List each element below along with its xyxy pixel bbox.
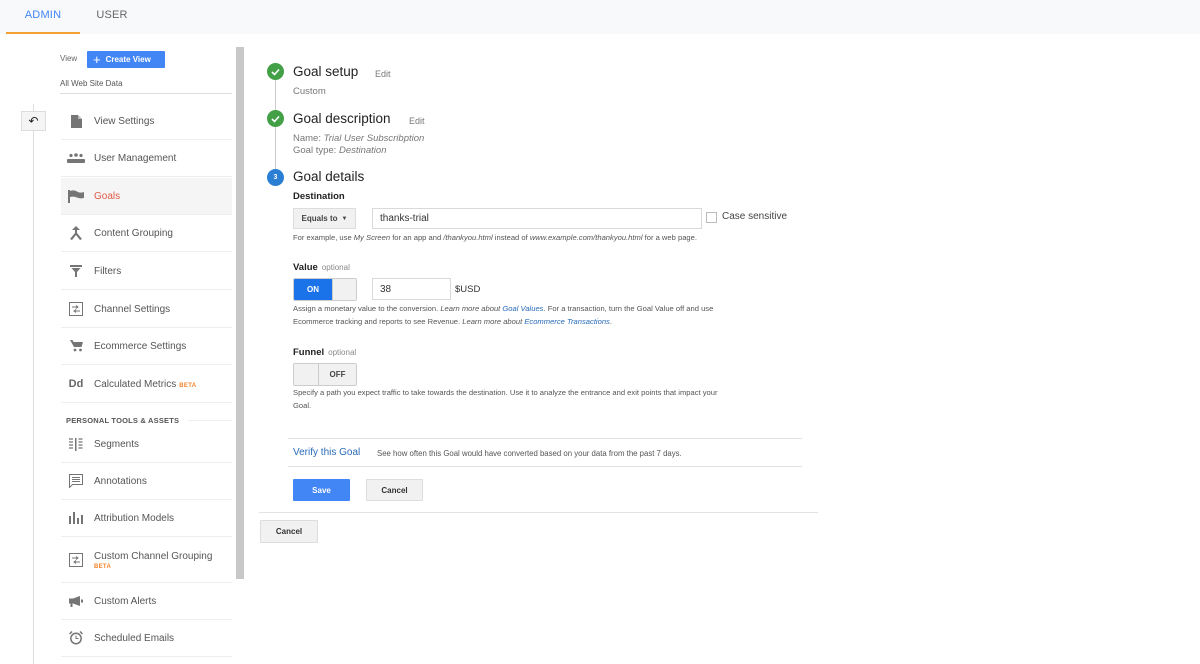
tab-user[interactable]: USER	[80, 0, 144, 34]
alarm-clock-icon	[61, 631, 91, 645]
beta-badge: BETA	[179, 382, 197, 389]
filter-icon	[61, 265, 91, 277]
content-grouping-icon	[61, 226, 91, 240]
users-icon	[61, 153, 91, 163]
divider	[288, 438, 802, 439]
channel-grouping-icon	[61, 553, 91, 567]
sidebar-item-channel-settings[interactable]: Channel Settings	[61, 291, 232, 328]
match-type-dropdown[interactable]: Equals to ▼	[293, 208, 356, 229]
cart-icon	[61, 340, 91, 352]
check-circle-icon	[267, 110, 284, 127]
value-label: Value optional	[293, 262, 350, 273]
goal-description-title: Goal description	[293, 111, 391, 126]
dropdown-arrow-icon: ▼	[341, 215, 348, 222]
navigation-guide-line	[33, 104, 34, 664]
back-arrow-icon: ↶	[28, 114, 39, 128]
flag-icon	[61, 189, 91, 203]
view-label: View	[60, 54, 78, 63]
optional-hint: optional	[328, 348, 357, 357]
plus-icon: +	[93, 52, 101, 67]
annotation-icon	[61, 474, 91, 488]
value-amount-input[interactable]	[372, 278, 451, 300]
sidebar-item-calculated-metrics[interactable]: Dd Calculated Metrics BETA	[61, 366, 232, 403]
optional-hint: optional	[321, 263, 350, 272]
funnel-label: Funnel optional	[293, 347, 357, 358]
sidebar-item-attribution-models[interactable]: Attribution Models	[61, 500, 232, 537]
goal-setup-summary: Custom	[293, 86, 326, 97]
section-title: PERSONAL TOOLS & ASSETS	[66, 416, 232, 425]
cancel-button[interactable]: Cancel	[366, 479, 423, 501]
goal-setup-edit-link[interactable]: Edit	[375, 69, 391, 79]
sidebar-item-ecommerce-settings[interactable]: Ecommerce Settings	[61, 328, 232, 365]
verify-goal-link[interactable]: Verify this Goal	[293, 447, 360, 458]
toggle-knob	[294, 364, 319, 385]
outer-cancel-button[interactable]: Cancel	[260, 520, 318, 543]
channel-settings-icon	[61, 302, 91, 316]
step-number-badge: 3	[267, 169, 284, 186]
sidebar-item-scheduled-emails[interactable]: Scheduled Emails	[61, 620, 232, 657]
toggle-on-state: ON	[294, 279, 332, 300]
segments-icon	[61, 437, 91, 451]
top-tab-bar: ADMIN USER	[0, 0, 1200, 34]
beta-badge: BETA	[94, 563, 112, 570]
back-button[interactable]: ↶	[21, 111, 46, 131]
divider	[259, 512, 818, 513]
case-sensitive-checkbox[interactable]	[706, 212, 717, 223]
document-icon	[61, 114, 91, 128]
divider	[60, 93, 232, 94]
sidebar-item-view-settings[interactable]: View Settings	[61, 103, 232, 140]
create-view-button[interactable]: + Create View	[87, 51, 165, 68]
destination-label: Destination	[293, 191, 345, 202]
step-connector-line	[275, 80, 276, 176]
goal-setup-title: Goal setup	[293, 64, 359, 79]
destination-help-text: For example, use My Screen for an app an…	[293, 233, 697, 242]
divider	[288, 466, 802, 467]
create-view-label: Create View	[105, 55, 151, 64]
sidebar-item-custom-alerts[interactable]: Custom Alerts	[61, 583, 232, 620]
sidebar-item-custom-channel-grouping[interactable]: Custom Channel Grouping BETA	[61, 538, 232, 583]
goal-description-summary: Name: Trial User Subscribption Goal type…	[293, 133, 425, 156]
save-button[interactable]: Save	[293, 479, 350, 501]
bar-chart-icon	[61, 512, 91, 524]
funnel-toggle[interactable]: OFF	[293, 363, 357, 386]
funnel-help-text: Specify a path you expect traffic to tak…	[293, 388, 718, 410]
goal-type-value: Destination	[338, 144, 387, 156]
custom-channel-grouping-label: Custom Channel Grouping	[94, 550, 213, 562]
view-selector[interactable]: All Web Site Data	[60, 79, 123, 88]
check-circle-icon	[267, 63, 284, 80]
goal-details-title: Goal details	[293, 169, 365, 184]
sidebar-item-annotations[interactable]: Annotations	[61, 463, 232, 500]
dd-icon: Dd	[68, 378, 84, 390]
toggle-knob	[332, 279, 356, 300]
value-help-text: Assign a monetary value to the conversio…	[293, 304, 714, 326]
sidebar-scrollbar[interactable]	[236, 47, 244, 579]
verify-goal-description: See how often this Goal would have conve…	[377, 449, 682, 458]
sidebar-item-filters[interactable]: Filters	[61, 253, 232, 290]
ecommerce-transactions-link[interactable]: Ecommerce Transactions	[524, 317, 610, 326]
toggle-off-state: OFF	[319, 364, 356, 385]
case-sensitive-label: Case sensitive	[722, 211, 788, 222]
sidebar-item-user-management[interactable]: User Management	[61, 140, 232, 177]
goal-description-edit-link[interactable]: Edit	[409, 116, 425, 126]
currency-label: $USD	[455, 284, 481, 295]
destination-input[interactable]	[372, 208, 702, 229]
sidebar-item-segments[interactable]: Segments	[61, 426, 232, 463]
value-toggle[interactable]: ON	[293, 278, 357, 301]
goal-values-link[interactable]: Goal Values	[502, 304, 543, 313]
sidebar-item-content-grouping[interactable]: Content Grouping	[61, 215, 232, 252]
goal-name-value: Trial User Subscribption	[323, 133, 425, 144]
tab-admin[interactable]: ADMIN	[6, 0, 80, 34]
calculated-metrics-label: Calculated Metrics	[94, 378, 177, 390]
sidebar-item-goals[interactable]: Goals	[61, 178, 232, 215]
megaphone-icon	[61, 595, 91, 607]
